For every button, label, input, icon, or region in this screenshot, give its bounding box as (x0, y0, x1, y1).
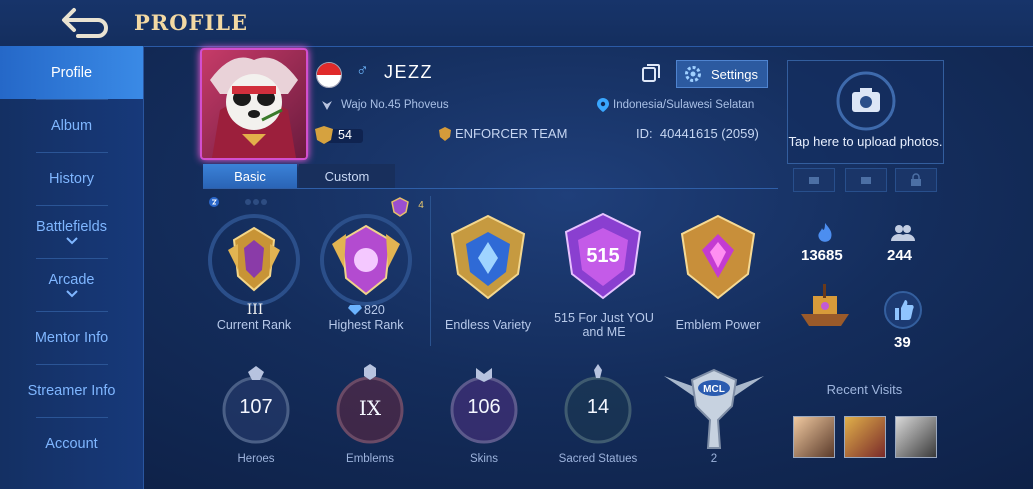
star-badge-icon (391, 197, 409, 217)
current-rank-tier: III (246, 302, 264, 318)
gear-icon (685, 66, 701, 82)
location-pin-icon (597, 98, 609, 112)
player-name: JEZZ (384, 62, 433, 82)
sacred-statues-label: Sacred Statues (558, 453, 638, 465)
title-badge-icon (322, 101, 332, 110)
sidebar-item-label: Arcade (48, 271, 95, 288)
page-indicator (209, 197, 267, 207)
copy-icon[interactable] (640, 62, 662, 84)
team-emblem-icon (439, 127, 451, 141)
sidebar-item-label: Account (45, 435, 98, 452)
gender-male-icon: ♂ (356, 61, 369, 80)
visitor-avatar[interactable] (793, 416, 835, 458)
chevron-down-icon (65, 236, 78, 244)
emblem-power-icon[interactable] (674, 212, 762, 302)
achievement-label: Endless Variety (445, 318, 531, 332)
camera-icon (861, 177, 871, 184)
right-panel: Tap here to upload photos. 13685 244 39 … (787, 46, 1033, 489)
sidebar-item-label: Mentor Info (34, 329, 109, 346)
tab-basic[interactable]: Basic (203, 164, 297, 188)
settings-label: Settings (711, 66, 758, 82)
tab-custom[interactable]: Custom (299, 164, 395, 188)
current-rank-label: Current Rank (216, 318, 292, 332)
upload-photos-text: Tap here to upload photos. (788, 134, 943, 149)
highest-rank-label: Highest Rank (328, 318, 404, 332)
sidebar-item-album[interactable]: Album (0, 99, 143, 152)
515-emblem-text: 515 (586, 245, 619, 267)
player-location: Indonesia/Sulawesi Selatan (613, 99, 755, 111)
sidebar-item-label: Profile (50, 64, 93, 81)
sidebar-item-label: Album (50, 117, 93, 134)
endless-variety-emblem-icon[interactable] (444, 212, 532, 302)
sidebar: Profile Album History Battlefields Arcad… (0, 46, 144, 489)
highest-rank-medal-icon[interactable] (316, 210, 416, 310)
friends-icon (891, 225, 915, 241)
ship-icon[interactable] (797, 282, 853, 332)
skins-count: 106 (467, 396, 501, 418)
player-title: Wajo No.45 Phoveus (341, 99, 449, 111)
camera-icon (836, 71, 896, 131)
friends-value: 244 (887, 247, 913, 264)
heroes-label: Heroes (237, 453, 275, 465)
profile-main: ♂ JEZZ Settings Wajo No.45 Phoveus Indon… (200, 46, 778, 489)
player-level: 54 (338, 128, 352, 142)
top-bar: PROFILE (0, 0, 1033, 47)
skins-label: Skins (469, 453, 499, 465)
sidebar-item-streamer-info[interactable]: Streamer Info (0, 364, 143, 417)
sidebar-item-history[interactable]: History (0, 152, 143, 205)
sidebar-item-label: Streamer Info (27, 382, 116, 399)
panda-hero-portrait (210, 57, 298, 158)
sidebar-item-profile[interactable]: Profile (0, 46, 143, 99)
achievement-label: 515 For Just YOU and ME (554, 311, 654, 339)
mcl-text: MCL (703, 384, 725, 395)
upload-photos-button[interactable]: Tap here to upload photos. (787, 60, 944, 164)
chevron-down-icon (65, 289, 78, 297)
lock-icon (911, 173, 921, 186)
player-id-value: 40441615 (2059) (659, 126, 759, 141)
achievement-label: Emblem Power (675, 318, 761, 332)
recent-visits-label: Recent Visits (826, 382, 903, 397)
visitor-avatar[interactable] (895, 416, 937, 458)
sacred-statues-count: 14 (586, 396, 610, 418)
likes-value: 39 (894, 334, 911, 351)
camera-icon (809, 177, 819, 184)
popularity-value: 13685 (801, 247, 843, 264)
emblems-label: Emblems (346, 453, 394, 465)
divider (203, 188, 778, 189)
heroes-count: 107 (239, 396, 273, 418)
emblems-count: IX (358, 396, 382, 420)
current-rank-medal-icon[interactable] (204, 210, 304, 310)
page-title: PROFILE (134, 10, 249, 35)
player-id: ID: 40441615 (2059) (636, 126, 759, 141)
mcl-count: 2 (710, 453, 718, 465)
back-arrow-icon[interactable] (60, 6, 116, 38)
team-name[interactable]: ENFORCER TEAM (455, 126, 567, 141)
indonesia-flag-icon (316, 62, 342, 88)
sidebar-item-mentor-info[interactable]: Mentor Info (0, 311, 143, 364)
sidebar-item-label: History (48, 170, 95, 187)
thumbs-up-icon[interactable] (883, 290, 923, 330)
photo-slot[interactable] (793, 168, 835, 192)
sidebar-item-account[interactable]: Account (0, 417, 143, 470)
photo-slot-locked[interactable] (895, 168, 937, 192)
sidebar-item-arcade[interactable]: Arcade (0, 258, 143, 311)
highest-rank-badge-count: 4 (418, 200, 424, 211)
sidebar-item-label: Battlefields (36, 218, 107, 235)
photo-slot[interactable] (845, 168, 887, 192)
player-id-label: ID: (636, 126, 653, 141)
diamond-icon (348, 305, 362, 315)
highest-rank-points: 820 (364, 303, 385, 317)
visitor-avatar[interactable] (844, 416, 886, 458)
sidebar-item-battlefields[interactable]: Battlefields (0, 205, 143, 258)
mcl-trophy-icon[interactable]: MCL (662, 362, 766, 454)
settings-button[interactable]: Settings (676, 60, 768, 88)
popularity-flame-icon (818, 223, 832, 242)
515-emblem-icon[interactable]: 515 (558, 210, 648, 302)
avatar[interactable] (200, 48, 308, 160)
